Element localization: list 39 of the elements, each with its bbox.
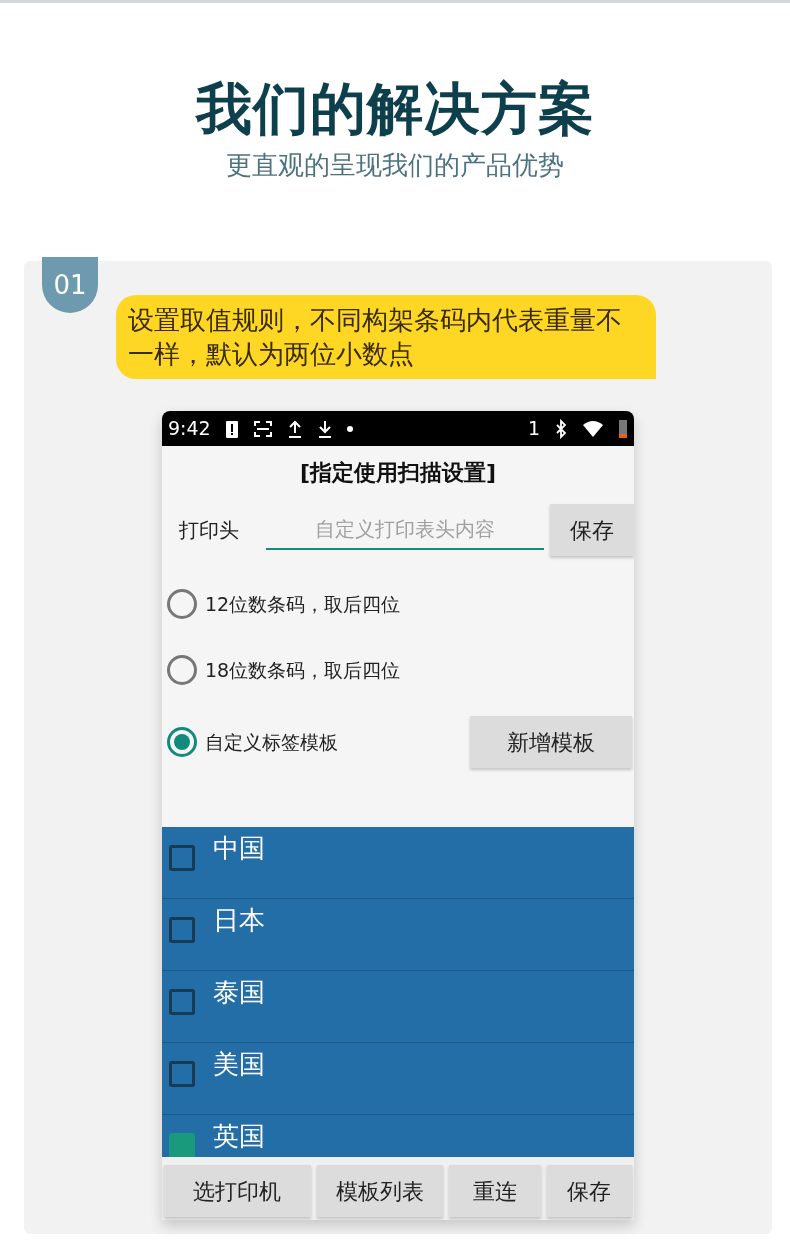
checkbox[interactable] <box>169 845 195 872</box>
list-item-label: 英国 <box>213 1120 265 1154</box>
status-time: 9:42 <box>168 416 211 442</box>
checkbox[interactable] <box>169 1133 195 1158</box>
battery-icon <box>618 418 628 439</box>
checkbox[interactable] <box>169 1061 195 1088</box>
list-item-label: 美国 <box>213 1048 265 1082</box>
battery-alert-icon <box>224 418 239 439</box>
save-button[interactable]: 保存 <box>550 504 634 557</box>
option-label: 18位数条码，取后四位 <box>205 657 401 683</box>
page-subtitle: 更直观的呈现我们的产品优势 <box>225 149 565 183</box>
page-title: 我们的解决方案 <box>194 75 596 143</box>
checkbox[interactable] <box>169 917 195 944</box>
toolbar-button[interactable]: 模板列表 <box>316 1165 444 1218</box>
option-label: 自定义标签模板 <box>205 729 338 755</box>
add-template-button[interactable]: 新增模板 <box>470 716 632 769</box>
screen-title: [指定使用扫描设置] <box>298 459 498 488</box>
list-item-label: 日本 <box>213 904 265 938</box>
radio-button[interactable] <box>167 727 197 758</box>
list-item-label: 中国 <box>213 832 265 866</box>
toolbar-button[interactable]: 保存 <box>546 1165 632 1218</box>
sim-indicator: 1 <box>527 416 540 442</box>
radio-button[interactable] <box>167 589 197 620</box>
field-label: 打印头 <box>178 517 240 545</box>
list-item-label: 泰国 <box>213 976 265 1010</box>
upload-icon <box>286 418 303 439</box>
step-number: 01 <box>42 257 98 314</box>
dot-icon <box>346 425 353 432</box>
header-input-field[interactable]: 自定义打印表头内容 <box>266 510 544 551</box>
scan-icon <box>252 418 273 439</box>
option-label: 12位数条码，取后四位 <box>205 591 401 617</box>
toolbar-button[interactable]: 选打印机 <box>164 1165 311 1218</box>
step-description: 设置取值规则，不同构架条码内代表重量不一样，默认为两位小数点 <box>116 295 656 380</box>
checkbox[interactable] <box>169 989 195 1016</box>
bluetooth-icon <box>554 418 568 439</box>
download-icon <box>316 418 333 439</box>
radio-button[interactable] <box>167 655 197 686</box>
wifi-icon <box>582 418 604 439</box>
toolbar-button[interactable]: 重连 <box>449 1165 541 1218</box>
